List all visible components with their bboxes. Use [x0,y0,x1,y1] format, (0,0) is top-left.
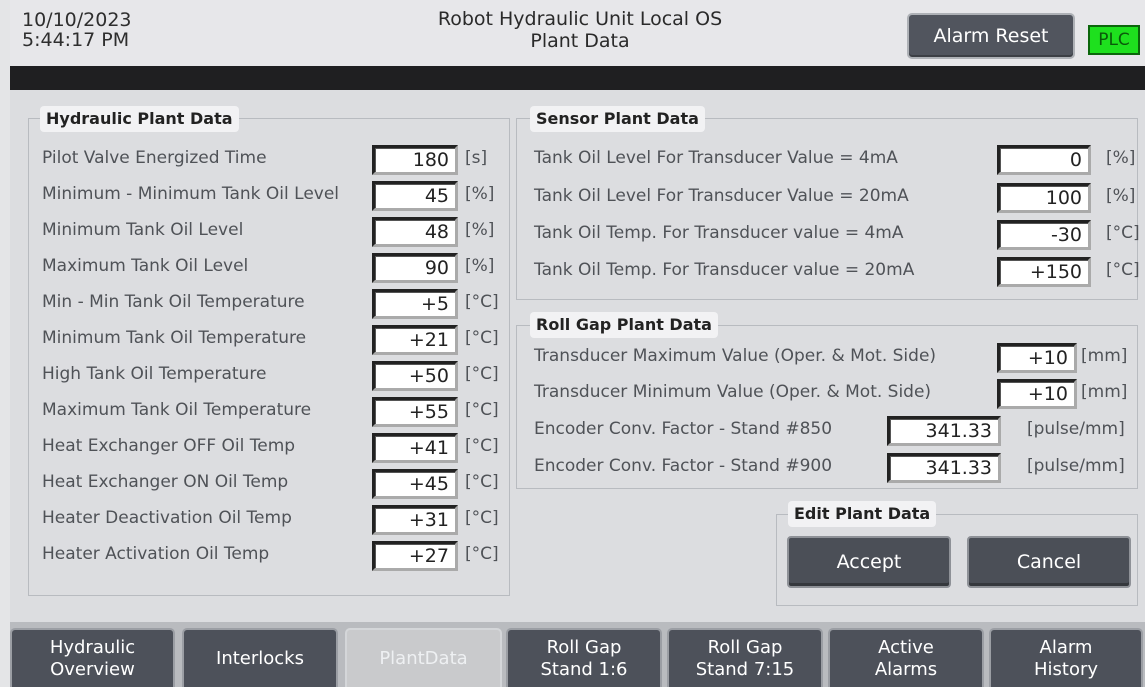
rollgap-unit-label: [pulse/mm] [1027,419,1125,439]
hydraulic-unit-label: [°C] [465,400,499,420]
tab-label-line2: History [1033,659,1099,680]
accept-button[interactable]: Accept [787,536,951,588]
tab-label-line2: Stand 7:15 [695,659,795,680]
hydraulic-row-label: High Tank Oil Temperature [42,364,267,384]
edit-group-title: Edit Plant Data [788,501,937,527]
sensor-unit-label: [%] [1106,148,1136,168]
hydraulic-unit-label: [°C] [465,292,499,312]
title-line1: Robot Hydraulic Unit Local OS [437,8,723,30]
hydraulic-unit-label: [°C] [465,472,499,492]
hydraulic-value-field[interactable]: +31 [372,505,458,535]
hydraulic-row-label: Maximum Tank Oil Level [42,256,249,276]
tab-label-line2: Alarms [874,659,938,680]
hydraulic-unit-label: [s] [465,148,488,168]
rollgap-unit-label: [mm] [1081,382,1128,402]
tab-label-line1: Hydraulic [49,637,136,658]
header-bar: 10/10/2023 5:44:17 PM Robot Hydraulic Un… [10,0,1145,66]
alarm-reset-button[interactable]: Alarm Reset [907,13,1075,59]
hydraulic-value-field[interactable]: +5 [372,289,458,319]
rollgap-unit-label: [pulse/mm] [1027,456,1125,476]
hydraulic-value-field[interactable]: +41 [372,433,458,463]
hydraulic-value-field[interactable]: +50 [372,361,458,391]
hydraulic-value-field[interactable]: 90 [372,253,458,283]
hydraulic-value-field[interactable]: +27 [372,541,458,571]
tab-hydraulic-overview[interactable]: Hydraulic Overview [10,628,175,687]
hydraulic-value-field[interactable]: 45 [372,181,458,211]
tab-label-line1: Roll Gap [707,637,783,658]
bottom-navigation: Hydraulic Overview Interlocks PlantData R… [10,622,1145,687]
hydraulic-unit-label: [%] [465,184,495,204]
plant-data-panel: Hydraulic Plant Data Pilot Valve Energiz… [10,90,1145,622]
hydraulic-value-field[interactable]: 48 [372,217,458,247]
rollgap-value-field[interactable]: +10 [997,379,1077,409]
sensor-row-label: Tank Oil Level For Transducer Value = 20… [534,186,909,206]
hydraulic-row-label: Min - Min Tank Oil Temperature [42,292,305,312]
hydraulic-unit-label: [%] [465,256,495,276]
page-title: Robot Hydraulic Unit Local OS Plant Data [340,8,820,52]
tab-label-line1: Active [878,637,934,658]
tab-plantdata[interactable]: PlantData [345,628,502,687]
hydraulic-row-label: Minimum Tank Oil Level [42,220,244,240]
hydraulic-unit-label: [°C] [465,508,499,528]
tab-label-line1: PlantData [379,648,468,669]
datetime-display: 10/10/2023 5:44:17 PM [22,10,132,50]
sensor-unit-label: [%] [1106,186,1136,206]
plc-status-badge: PLC [1088,25,1140,55]
rollgap-row-label: Transducer Maximum Value (Oper. & Mot. S… [534,346,937,366]
header-divider-bar [10,66,1145,90]
hydraulic-row-label: Heater Activation Oil Temp [42,544,270,564]
title-line2: Plant Data [530,30,630,52]
tab-label-line1: Interlocks [216,648,304,669]
hydraulic-group-title: Hydraulic Plant Data [40,106,239,132]
hydraulic-row-label: Pilot Valve Energized Time [42,148,267,168]
sensor-value-field[interactable]: +150 [997,257,1091,287]
sensor-value-field[interactable]: 100 [997,183,1091,213]
rollgap-row-label: Encoder Conv. Factor - Stand #850 [534,419,833,439]
rollgap-row-label: Transducer Minimum Value (Oper. & Mot. S… [534,382,932,402]
tab-interlocks[interactable]: Interlocks [182,628,338,687]
tab-roll-gap-stand-1-6[interactable]: Roll Gap Stand 1:6 [506,628,662,687]
hydraulic-unit-label: [°C] [465,436,499,456]
sensor-value-field[interactable]: 0 [997,145,1091,175]
hydraulic-value-field[interactable]: +55 [372,397,458,427]
tab-label-line2: Stand 1:6 [540,659,628,680]
date-text: 10/10/2023 [22,9,132,31]
hydraulic-value-field[interactable]: +45 [372,469,458,499]
sensor-row-label: Tank Oil Temp. For Transducer value = 4m… [534,223,904,243]
hydraulic-row-label: Heat Exchanger OFF Oil Temp [42,436,296,456]
hydraulic-value-field[interactable]: +21 [372,325,458,355]
rollgap-value-field[interactable]: +10 [997,343,1077,373]
tab-label-line2: Overview [50,659,135,680]
hydraulic-row-label: Minimum - Minimum Tank Oil Level [42,184,340,204]
hydraulic-row-label: Heat Exchanger ON Oil Temp [42,472,289,492]
sensor-value-field[interactable]: -30 [997,220,1091,250]
hydraulic-value-field[interactable]: 180 [372,145,458,175]
cancel-button[interactable]: Cancel [967,536,1131,588]
hydraulic-row-label: Heater Deactivation Oil Temp [42,508,292,528]
rollgap-row-label: Encoder Conv. Factor - Stand #900 [534,456,833,476]
sensor-row-label: Tank Oil Temp. For Transducer value = 20… [534,260,915,280]
hydraulic-unit-label: [°C] [465,364,499,384]
tab-label-line1: Roll Gap [546,637,622,658]
sensor-unit-label: [°C] [1106,223,1140,243]
tab-active-alarms[interactable]: Active Alarms [828,628,984,687]
rollgap-group-title: Roll Gap Plant Data [530,312,718,338]
hydraulic-unit-label: [°C] [465,544,499,564]
tab-roll-gap-stand-7-15[interactable]: Roll Gap Stand 7:15 [667,628,823,687]
rollgap-value-field[interactable]: 341.33 [887,416,1001,446]
sensor-group-title: Sensor Plant Data [530,106,705,132]
sensor-unit-label: [°C] [1106,260,1140,280]
sensor-row-label: Tank Oil Level For Transducer Value = 4m… [534,148,898,168]
hydraulic-unit-label: [%] [465,220,495,240]
tab-label-line1: Alarm [1039,637,1093,658]
tab-alarm-history[interactable]: Alarm History [989,628,1143,687]
time-text: 5:44:17 PM [22,29,130,51]
rollgap-unit-label: [mm] [1081,346,1128,366]
rollgap-value-field[interactable]: 341.33 [887,453,1001,483]
hydraulic-row-label: Minimum Tank Oil Temperature [42,328,307,348]
hydraulic-row-label: Maximum Tank Oil Temperature [42,400,312,420]
hydraulic-unit-label: [°C] [465,328,499,348]
